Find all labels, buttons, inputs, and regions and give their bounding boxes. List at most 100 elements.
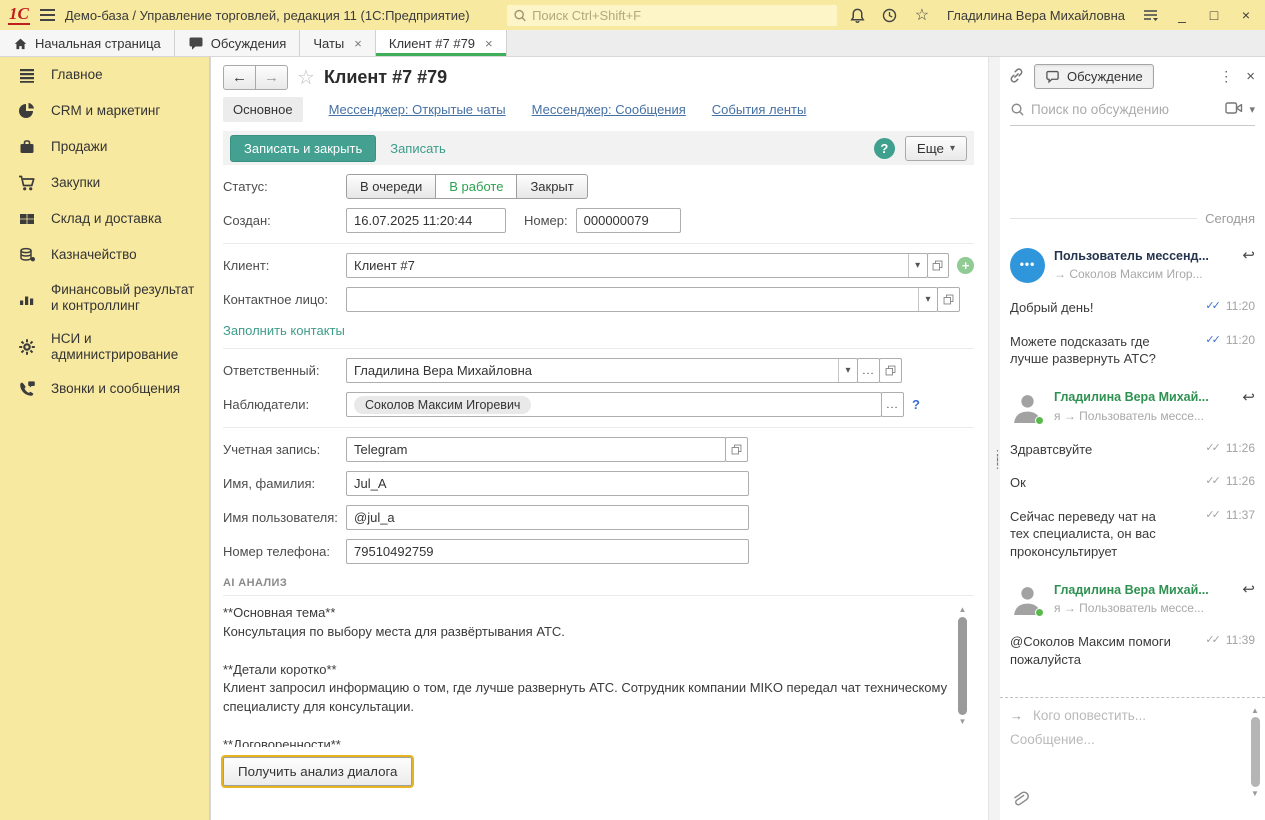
nav-open-chats[interactable]: Мессенджер: Открытые чаты	[329, 102, 506, 117]
notifications-bell-icon[interactable]	[847, 4, 869, 26]
panel-splitter[interactable]: ⋮⋮⋮	[988, 57, 1000, 820]
phone-field[interactable]: 79510492759	[346, 539, 749, 564]
close-tab-icon[interactable]: ×	[485, 36, 493, 51]
close-window-button[interactable]: ×	[1235, 7, 1257, 23]
composer-scrollbar[interactable]: ▲ ▼	[1250, 706, 1260, 812]
tab-chats[interactable]: Чаты ×	[300, 30, 376, 56]
chat-message[interactable]: Добрый день! ✓✓11:20	[1010, 299, 1255, 317]
avatar[interactable]: •••	[1010, 248, 1045, 283]
sidebar-item-finance[interactable]: Финансовый результат и контроллинг	[0, 273, 209, 322]
number-field[interactable]: 000000079	[576, 208, 681, 233]
avatar[interactable]	[1010, 582, 1045, 617]
chevron-down-icon[interactable]: ▾	[908, 254, 927, 277]
global-search-input[interactable]	[532, 8, 831, 23]
open-contact-icon[interactable]	[937, 287, 960, 312]
sidebar-item-sales[interactable]: Продажи	[0, 129, 209, 165]
chat-message[interactable]: Здравтсвуйте ✓✓11:26	[1010, 441, 1255, 459]
add-client-icon[interactable]: +	[957, 257, 974, 274]
maximize-button[interactable]: □	[1203, 7, 1225, 23]
chat-message[interactable]: @Соколов Максим помоги пожалуйста ✓✓11:3…	[1010, 633, 1255, 668]
chat-message[interactable]: Можете подсказать где лучше развернуть А…	[1010, 333, 1255, 368]
service-menu-icon[interactable]	[1139, 4, 1161, 26]
history-icon[interactable]	[879, 4, 901, 26]
open-responsible-icon[interactable]	[879, 358, 902, 383]
favorite-star-icon[interactable]: ☆	[297, 65, 315, 90]
ai-scrollbar[interactable]: ▲ ▼	[957, 606, 968, 741]
reply-icon[interactable]: ↩	[1242, 390, 1255, 405]
sidebar-item-nsi-admin[interactable]: НСИ и администрирование	[0, 322, 209, 371]
message-author[interactable]: Пользователь мессенд...	[1054, 249, 1209, 263]
sidebar-item-warehouse[interactable]: Склад и доставка	[0, 201, 209, 237]
open-client-icon[interactable]	[927, 253, 950, 278]
forward-button[interactable]: →	[255, 65, 288, 90]
video-call-icon[interactable]	[1225, 101, 1243, 118]
responsible-field[interactable]: Гладилина Вера Михайловна ▾	[346, 358, 858, 383]
fullname-field[interactable]: Jul_A	[346, 471, 749, 496]
discussion-toggle-button[interactable]: Обсуждение	[1034, 64, 1154, 89]
get-analysis-button[interactable]: Получить анализ диалога	[223, 757, 412, 786]
pick-watchers-icon[interactable]: ...	[881, 392, 904, 417]
client-field[interactable]: Клиент #7 ▾	[346, 253, 928, 278]
nav-main[interactable]: Основное	[223, 97, 303, 122]
contact-field[interactable]: ▾	[346, 287, 938, 312]
main-menu-icon[interactable]	[40, 6, 55, 24]
attach-paperclip-icon[interactable]	[1010, 790, 1029, 812]
reply-icon[interactable]: ↩	[1242, 248, 1255, 263]
scroll-up-icon[interactable]: ▲	[957, 606, 968, 614]
status-closed-button[interactable]: Закрыт	[516, 174, 587, 199]
scroll-down-icon[interactable]: ▼	[1250, 789, 1260, 798]
favorites-star-icon[interactable]: ☆	[911, 4, 933, 26]
tab-discussions[interactable]: Обсуждения	[175, 30, 301, 56]
message-author[interactable]: Гладилина Вера Михай...	[1054, 583, 1209, 597]
account-field[interactable]: Telegram	[346, 437, 726, 462]
open-account-icon[interactable]	[725, 437, 748, 462]
nav-messages[interactable]: Мессенджер: Сообщения	[532, 102, 686, 117]
watchers-field[interactable]: Соколов Максим Игоревич	[346, 392, 882, 417]
save-and-close-button[interactable]: Записать и закрыть	[230, 135, 376, 162]
watcher-tag[interactable]: Соколов Максим Игоревич	[354, 396, 531, 414]
tab-client-7-79[interactable]: Клиент #7 #79 ×	[376, 30, 507, 56]
reply-icon[interactable]: ↩	[1242, 582, 1255, 597]
search-icon	[1010, 102, 1025, 117]
chat-message[interactable]: Сейчас переведу чат на тех специалиста, …	[1010, 508, 1255, 561]
chat-message[interactable]: Ок ✓✓11:26	[1010, 474, 1255, 492]
more-button[interactable]: Еще ▾	[905, 136, 967, 161]
scroll-thumb[interactable]	[1251, 717, 1260, 787]
close-tab-icon[interactable]: ×	[354, 36, 362, 51]
chevron-down-icon[interactable]: ▾	[918, 288, 937, 311]
message-author[interactable]: Гладилина Вера Михай...	[1054, 390, 1209, 404]
avatar[interactable]	[1010, 390, 1045, 425]
minimize-button[interactable]: _	[1171, 7, 1193, 23]
help-icon[interactable]: ?	[874, 138, 895, 159]
panel-menu-icon[interactable]: ⋮	[1219, 68, 1233, 85]
sidebar-item-main[interactable]: Главное	[0, 57, 209, 93]
save-button[interactable]: Записать	[390, 141, 446, 156]
nav-feed-events[interactable]: События ленты	[712, 102, 807, 117]
scroll-down-icon[interactable]: ▼	[957, 718, 968, 726]
watchers-help-icon[interactable]: ?	[912, 397, 920, 412]
notify-input[interactable]	[1033, 708, 1241, 723]
created-field[interactable]: 16.07.2025 11:20:44	[346, 208, 506, 233]
sidebar-item-purchases[interactable]: Закупки	[0, 165, 209, 201]
scroll-up-icon[interactable]: ▲	[1250, 706, 1260, 715]
scroll-thumb[interactable]	[958, 617, 967, 715]
fill-contacts-link[interactable]: Заполнить контакты	[223, 323, 345, 338]
discussion-search-input[interactable]	[1031, 102, 1219, 117]
sidebar-item-crm[interactable]: CRM и маркетинг	[0, 93, 209, 129]
tab-home[interactable]: Начальная страница	[0, 30, 175, 56]
link-icon[interactable]	[1008, 67, 1025, 87]
menu-lines-icon	[17, 66, 36, 84]
chevron-down-icon[interactable]: ▾	[1249, 103, 1255, 116]
username-field[interactable]: @jul_a	[346, 505, 749, 530]
discussion-search[interactable]: ▾	[1010, 101, 1255, 126]
close-panel-icon[interactable]: ×	[1246, 68, 1255, 85]
back-button[interactable]: ←	[223, 65, 256, 90]
chevron-down-icon[interactable]: ▾	[838, 359, 857, 382]
sidebar-item-calls-messages[interactable]: Звонки и сообщения	[0, 371, 209, 407]
status-queued-button[interactable]: В очереди	[346, 174, 436, 199]
sidebar-item-treasury[interactable]: Казначейство	[0, 237, 209, 273]
status-inwork-button[interactable]: В работе	[435, 174, 517, 199]
global-search[interactable]	[507, 5, 837, 26]
message-input[interactable]	[1010, 732, 1241, 747]
pick-responsible-icon[interactable]: ...	[857, 358, 880, 383]
